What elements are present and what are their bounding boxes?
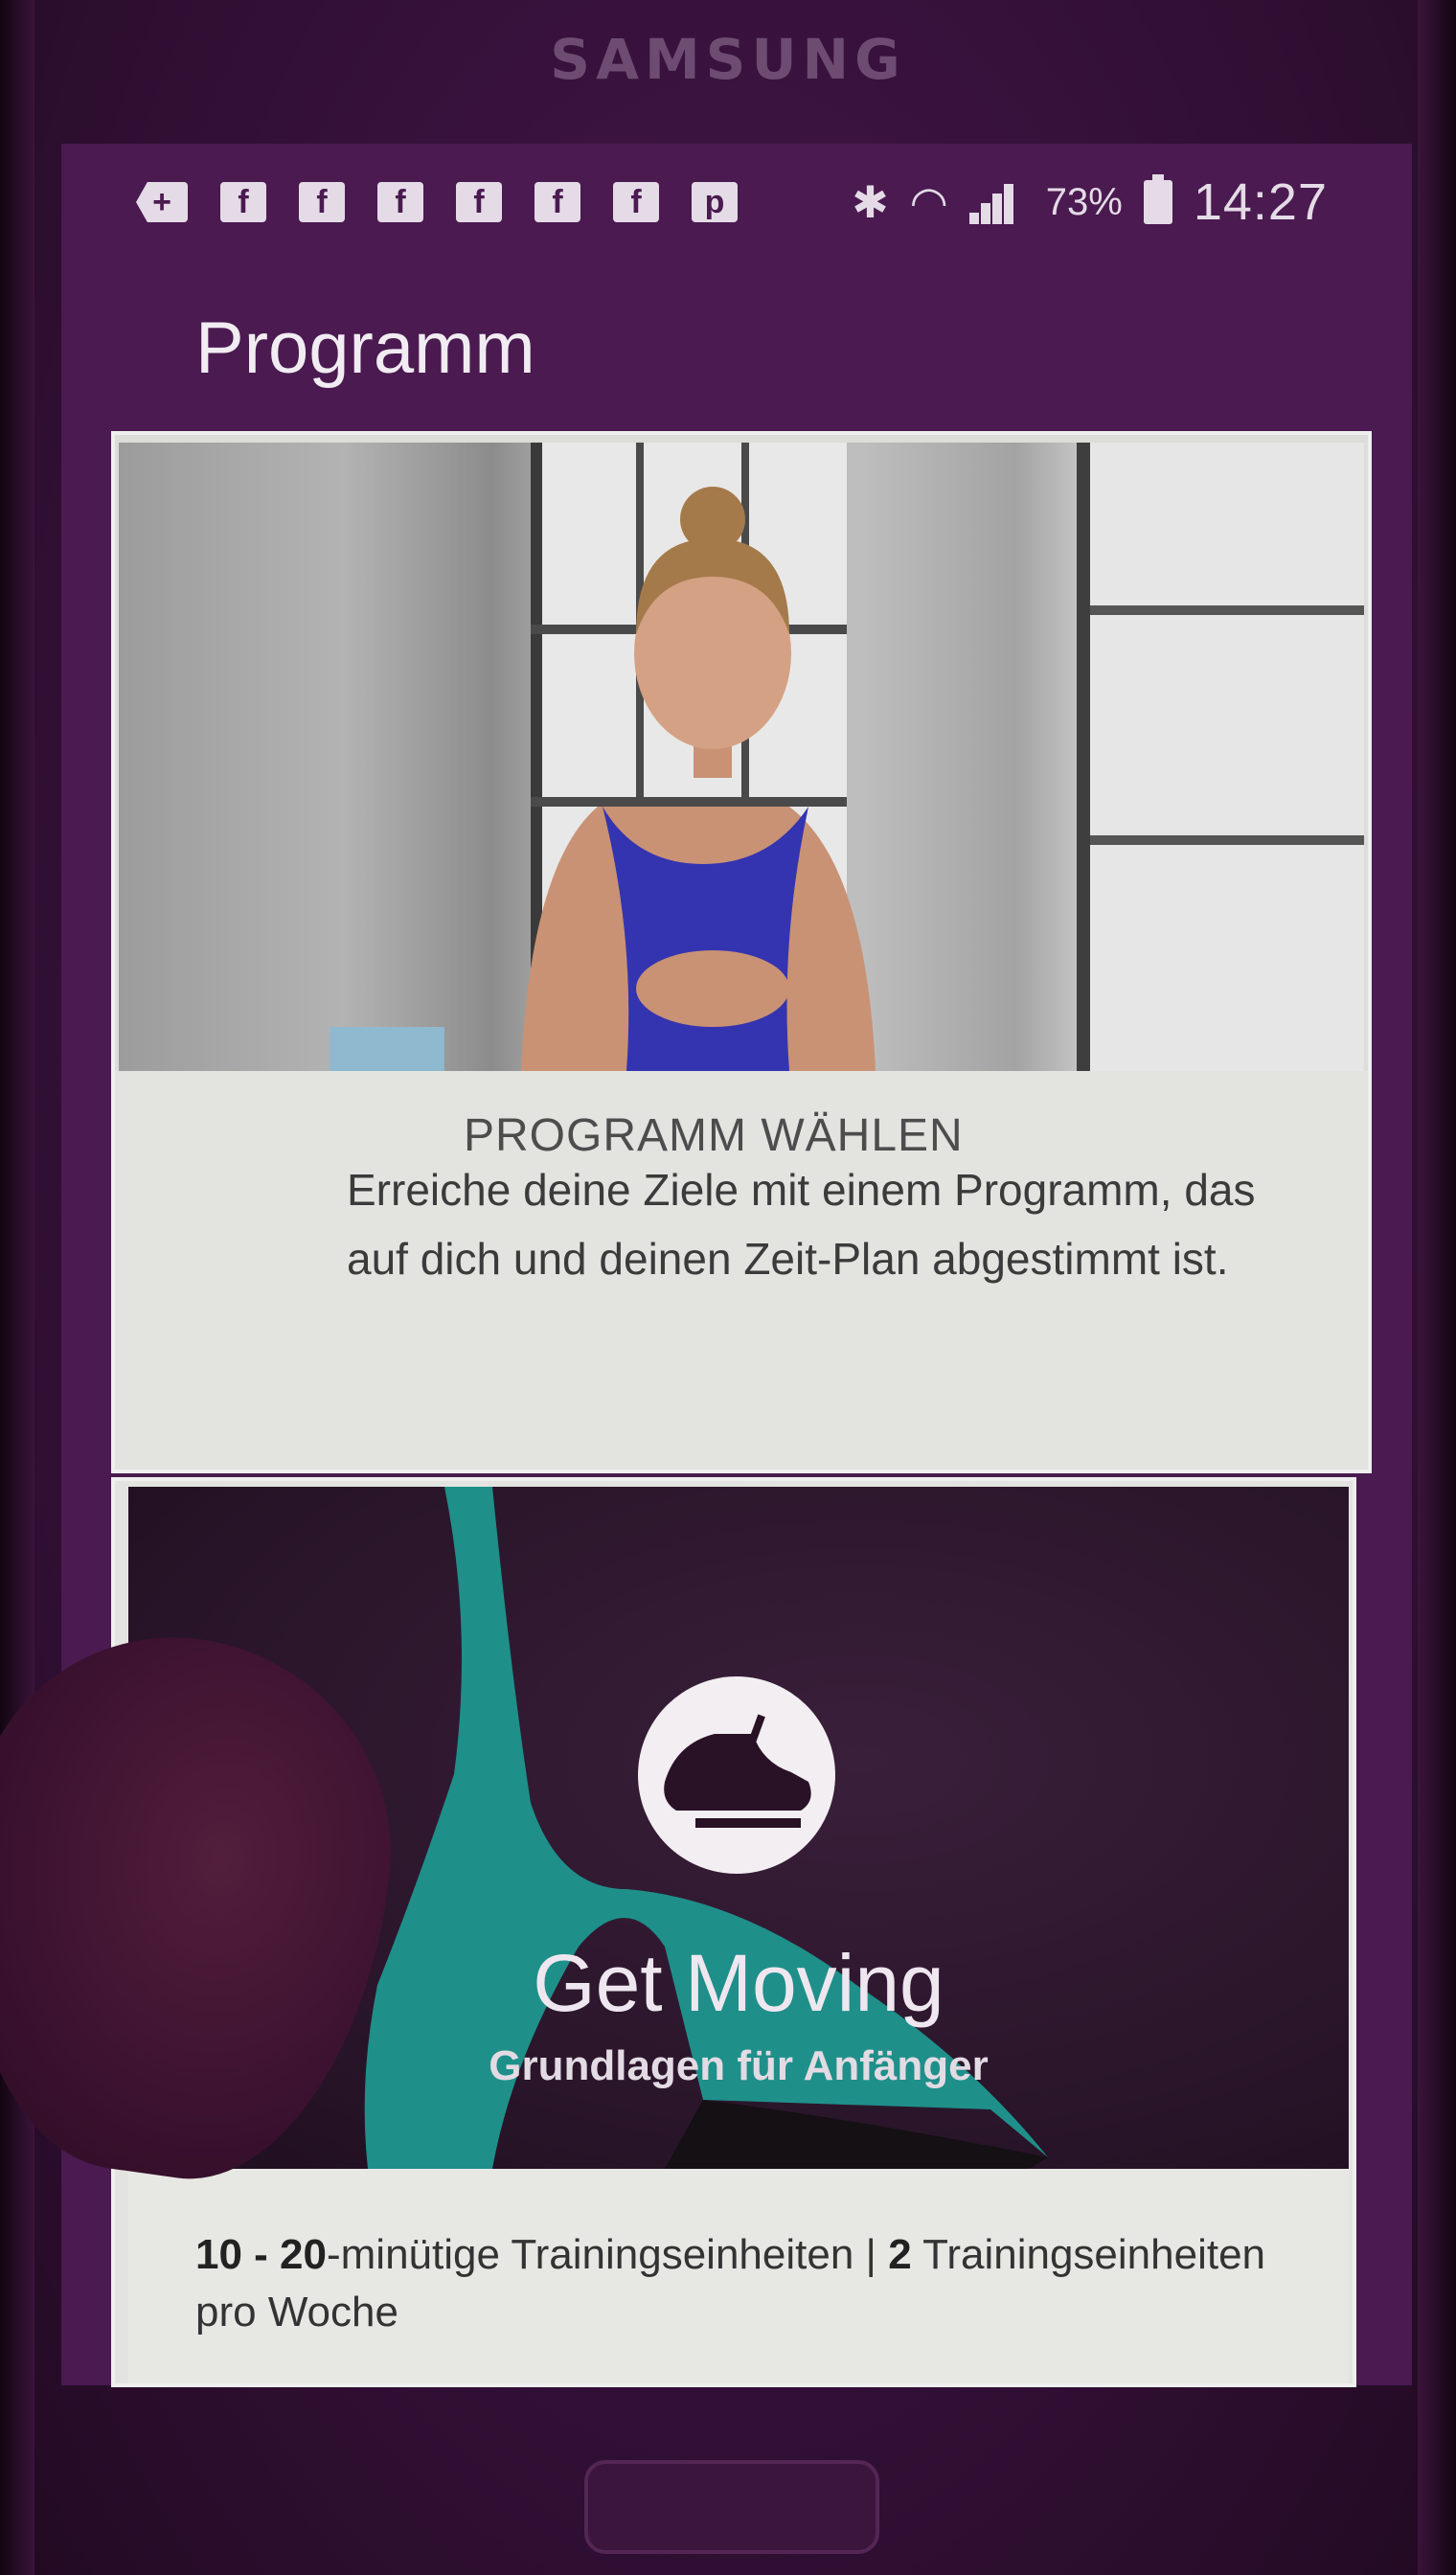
facebook-icon: f [220, 182, 266, 222]
trainer-photo [119, 443, 1364, 1071]
status-bar: + f f f f f f p ✱ ◠ 73% 14:27 [61, 144, 1412, 268]
running-shoe-icon [638, 1676, 835, 1874]
wifi-icon: ◠ [909, 177, 948, 227]
facebook-icon: f [535, 182, 580, 222]
phone-bezel-right [1418, 0, 1456, 2575]
p-app-icon: p [692, 182, 738, 222]
phone-bezel-left [0, 0, 34, 2575]
facebook-icon: f [456, 182, 502, 222]
back-plus-icon: + [136, 182, 188, 222]
bluetooth-icon: ✱ [852, 177, 889, 227]
system-indicators: ✱ ◠ 73% 14:27 [852, 172, 1328, 232]
status-time: 14:27 [1193, 173, 1328, 231]
battery-icon [1143, 174, 1172, 224]
facebook-icon: f [613, 182, 659, 222]
choose-program-card[interactable]: PROGRAMM WÄHLEN Erreiche deine Ziele mit… [111, 431, 1372, 1473]
trainer-image [330, 443, 1364, 1071]
battery-percent: 73% [1045, 180, 1123, 223]
program-info-area: 10 - 20-minütige Trainingseinheiten | 2 … [128, 2169, 1349, 2383]
facebook-icon: f [299, 182, 345, 222]
program-info: 10 - 20-minütige Trainingseinheiten | 2 … [195, 2226, 1297, 2341]
facebook-icon: f [377, 182, 423, 222]
session-duration-label: -minütige Trainingseinheiten | [326, 2231, 889, 2278]
home-button[interactable] [584, 2460, 879, 2554]
choose-program-heading: PROGRAMM WÄHLEN [464, 1110, 964, 1161]
choose-program-text-area: PROGRAMM WÄHLEN Erreiche deine Ziele mit… [115, 1071, 1368, 1470]
sessions-per-week-value: 2 [888, 2231, 912, 2278]
page-title: Programm [195, 308, 535, 389]
phone-photo: SAMSUNG + f f f f f f p ✱ ◠ 73% 14:27 Pr… [0, 0, 1456, 2575]
signal-icon [968, 180, 1025, 224]
device-brand-logo: SAMSUNG [550, 27, 906, 92]
session-duration-value: 10 - 20 [195, 2231, 327, 2278]
notification-icons: + f f f f f f p [136, 182, 738, 222]
choose-program-description: Erreiche deine Ziele mit einem Programm,… [347, 1165, 1256, 1284]
